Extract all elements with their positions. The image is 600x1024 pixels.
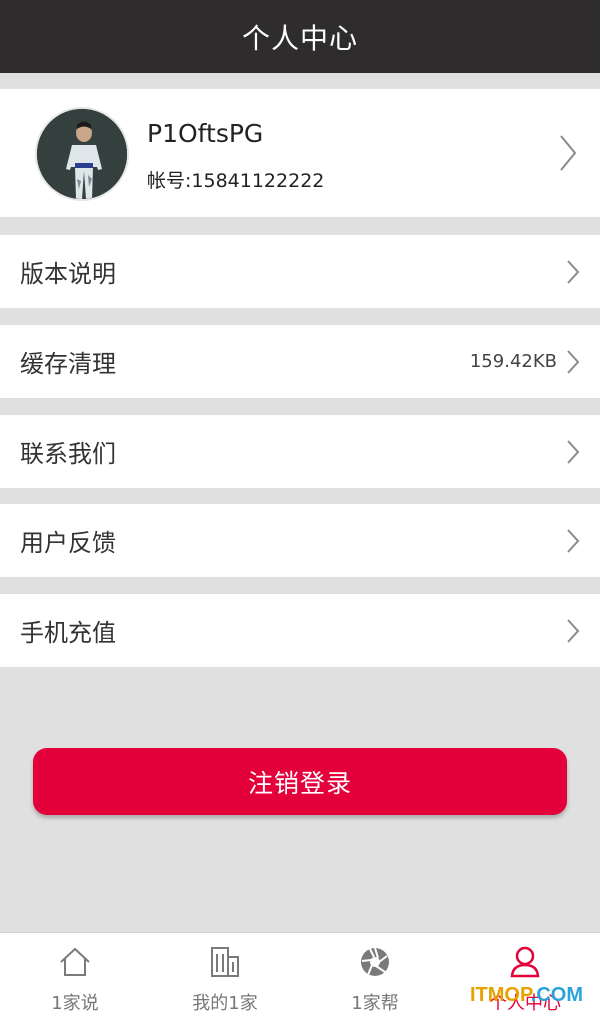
bottom-tab-bar: 1家说 我的1家 1家帮 个人中心 [0, 932, 600, 1024]
tab-1jia-shuo[interactable]: 1家说 [0, 933, 150, 1024]
menu-item-contact-us[interactable]: 联系我们 [0, 415, 600, 488]
menu-item-label: 缓存清理 [20, 350, 116, 378]
watermark: ITMOP.COM [470, 984, 583, 1007]
home-icon [60, 947, 90, 976]
username: P1OftsPG [147, 119, 264, 148]
tab-label: 1家帮 [351, 993, 399, 1014]
chevron-right-icon [567, 440, 580, 464]
building-icon [211, 947, 239, 977]
user-icon [510, 946, 540, 978]
chevron-right-icon [560, 135, 577, 171]
watermark-part-2: .COM [530, 984, 583, 1006]
chevron-right-icon [567, 260, 580, 284]
tab-my-1jia[interactable]: 我的1家 [150, 933, 300, 1024]
account-label: 帐号: [147, 170, 192, 192]
cache-size: 159.42KB [469, 351, 557, 372]
profile-card[interactable]: P1OftsPG 帐号:15841122222 [0, 89, 600, 217]
watermark-part-1: ITMOP [470, 984, 531, 1006]
tab-label: 1家说 [51, 993, 99, 1014]
chevron-right-icon [567, 529, 580, 553]
menu-item-label: 用户反馈 [20, 529, 116, 557]
tab-label: 我的1家 [192, 993, 258, 1014]
avatar-photo [37, 109, 127, 199]
tab-1jia-bang[interactable]: 1家帮 [300, 933, 450, 1024]
aperture-icon [361, 947, 389, 976]
menu-item-feedback[interactable]: 用户反馈 [0, 504, 600, 577]
chevron-right-icon [567, 350, 580, 374]
menu-item-label: 联系我们 [20, 440, 116, 468]
tab-personal-center[interactable]: 个人中心 [450, 933, 600, 1024]
menu-item-label: 手机充值 [20, 619, 116, 647]
menu-item-version-info[interactable]: 版本说明 [0, 235, 600, 308]
logout-label: 注销登录 [247, 768, 352, 798]
account-value: 15841122222 [191, 170, 325, 192]
page-title: 个人中心 [241, 21, 358, 55]
account-number: 帐号:15841122222 [147, 166, 324, 193]
chevron-right-icon [567, 619, 580, 643]
avatar [35, 107, 129, 201]
title-bar: 个人中心 [0, 0, 600, 73]
logout-button[interactable]: 注销登录 [33, 748, 567, 815]
menu-item-phone-recharge[interactable]: 手机充值 [0, 594, 600, 667]
menu-item-label: 版本说明 [20, 260, 116, 288]
menu-item-clear-cache[interactable]: 缓存清理 159.42KB [0, 325, 600, 398]
